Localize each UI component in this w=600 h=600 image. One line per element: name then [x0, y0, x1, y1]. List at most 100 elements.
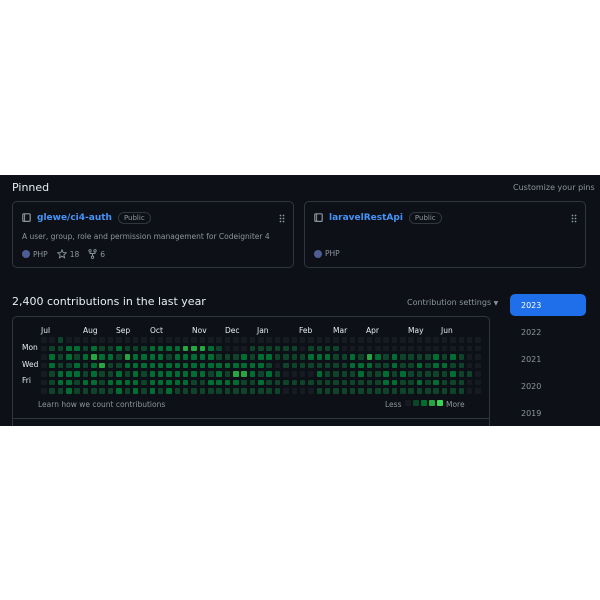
contribution-day-cell[interactable] [400, 345, 406, 351]
contribution-day-cell[interactable] [291, 337, 297, 343]
contribution-day-cell[interactable] [366, 379, 373, 385]
contribution-day-cell[interactable] [57, 354, 64, 360]
contribution-day-cell[interactable] [383, 345, 389, 351]
contribution-day-cell[interactable] [57, 337, 64, 343]
contribution-day-cell[interactable] [416, 362, 423, 368]
contribution-day-cell[interactable] [308, 337, 314, 343]
contribution-day-cell[interactable] [91, 337, 97, 343]
contribution-day-cell[interactable] [366, 337, 373, 343]
contribution-day-cell[interactable] [174, 354, 181, 360]
contribution-day-cell[interactable] [366, 371, 373, 377]
contribution-day-cell[interactable] [408, 371, 414, 377]
contribution-day-cell[interactable] [324, 379, 331, 385]
contribution-day-cell[interactable] [333, 371, 339, 377]
contribution-day-cell[interactable] [408, 379, 414, 385]
contribution-day-cell[interactable] [174, 337, 181, 343]
contribution-day-cell[interactable] [99, 345, 105, 351]
contribution-day-cell[interactable] [191, 345, 197, 351]
contribution-day-cell[interactable] [358, 379, 364, 385]
contribution-day-cell[interactable] [333, 345, 339, 351]
contribution-day-cell[interactable] [249, 371, 256, 377]
year-button-2020[interactable]: 2020 [510, 375, 586, 397]
contribution-day-cell[interactable] [274, 354, 281, 360]
contribution-day-cell[interactable] [249, 388, 256, 394]
contribution-day-cell[interactable] [41, 354, 47, 360]
contribution-day-cell[interactable] [291, 354, 297, 360]
contribution-day-cell[interactable] [224, 371, 231, 377]
contribution-day-cell[interactable] [208, 337, 214, 343]
contribution-day-cell[interactable] [433, 354, 439, 360]
contribution-day-cell[interactable] [441, 379, 448, 385]
contribution-day-cell[interactable] [375, 354, 381, 360]
contribution-day-cell[interactable] [266, 371, 272, 377]
contribution-day-cell[interactable] [308, 379, 314, 385]
contribution-day-cell[interactable] [366, 354, 373, 360]
contribution-day-cell[interactable] [116, 337, 122, 343]
contribution-day-cell[interactable] [266, 379, 272, 385]
contribution-day-cell[interactable] [107, 337, 114, 343]
contribution-day-cell[interactable] [124, 345, 130, 351]
contribution-day-cell[interactable] [458, 371, 464, 377]
contribution-day-cell[interactable] [366, 345, 373, 351]
contribution-day-cell[interactable] [82, 388, 89, 394]
contribution-day-cell[interactable] [400, 371, 406, 377]
contribution-day-cell[interactable] [49, 371, 55, 377]
contribution-day-cell[interactable] [316, 371, 323, 377]
contribution-day-cell[interactable] [199, 337, 206, 343]
contribution-day-cell[interactable] [425, 345, 431, 351]
contribution-day-cell[interactable] [182, 388, 189, 394]
contribution-day-cell[interactable] [383, 354, 389, 360]
contribution-day-cell[interactable] [274, 379, 281, 385]
contribution-day-cell[interactable] [41, 371, 47, 377]
contribution-day-cell[interactable] [216, 371, 222, 377]
contribution-day-cell[interactable] [299, 337, 306, 343]
contribution-day-cell[interactable] [149, 371, 156, 377]
contribution-day-cell[interactable] [391, 345, 398, 351]
contribution-day-cell[interactable] [174, 379, 181, 385]
contribution-day-cell[interactable] [291, 371, 297, 377]
contribution-day-cell[interactable] [199, 388, 206, 394]
contribution-day-cell[interactable] [466, 354, 473, 360]
contribution-day-cell[interactable] [416, 371, 423, 377]
contribution-day-cell[interactable] [358, 388, 364, 394]
contribution-day-cell[interactable] [341, 388, 348, 394]
contribution-day-cell[interactable] [358, 337, 364, 343]
contribution-day-cell[interactable] [258, 345, 264, 351]
contribution-day-cell[interactable] [266, 354, 272, 360]
contribution-day-cell[interactable] [349, 362, 356, 368]
contribution-day-cell[interactable] [441, 371, 448, 377]
contribution-day-cell[interactable] [224, 337, 231, 343]
contribution-day-cell[interactable] [191, 379, 197, 385]
contribution-day-cell[interactable] [324, 354, 331, 360]
contribution-day-cell[interactable] [208, 371, 214, 377]
contribution-day-cell[interactable] [241, 337, 247, 343]
contribution-day-cell[interactable] [132, 371, 139, 377]
contribution-day-cell[interactable] [475, 379, 481, 385]
repo-name-link[interactable]: laravelRestApi [329, 213, 403, 223]
contribution-day-cell[interactable] [299, 379, 306, 385]
contribution-day-cell[interactable] [66, 379, 72, 385]
contribution-day-cell[interactable] [283, 337, 289, 343]
contribution-day-cell[interactable] [291, 345, 297, 351]
contribution-day-cell[interactable] [433, 379, 439, 385]
contribution-settings-dropdown[interactable]: Contribution settings ▼ [407, 298, 498, 307]
contribution-day-cell[interactable] [233, 388, 239, 394]
contribution-day-cell[interactable] [191, 388, 197, 394]
contribution-day-cell[interactable] [216, 379, 222, 385]
contribution-day-cell[interactable] [208, 362, 214, 368]
contribution-day-cell[interactable] [149, 337, 156, 343]
contribution-day-cell[interactable] [475, 354, 481, 360]
contribution-day-cell[interactable] [383, 337, 389, 343]
contribution-day-cell[interactable] [341, 337, 348, 343]
contribution-day-cell[interactable] [391, 371, 398, 377]
contribution-day-cell[interactable] [107, 362, 114, 368]
contribution-day-cell[interactable] [241, 371, 247, 377]
contribution-day-cell[interactable] [391, 337, 398, 343]
contribution-day-cell[interactable] [41, 362, 47, 368]
contribution-day-cell[interactable] [241, 379, 247, 385]
contribution-day-cell[interactable] [400, 388, 406, 394]
contribution-day-cell[interactable] [316, 354, 323, 360]
contribution-day-cell[interactable] [441, 345, 448, 351]
contribution-day-cell[interactable] [416, 379, 423, 385]
contribution-day-cell[interactable] [316, 388, 323, 394]
